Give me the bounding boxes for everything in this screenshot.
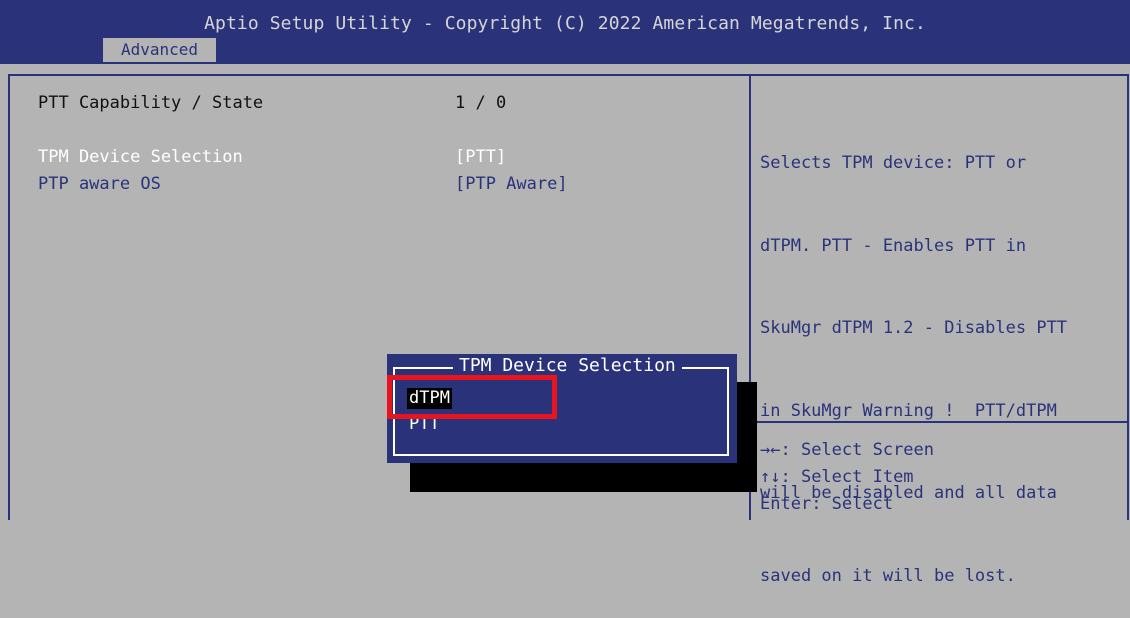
help-line: in SkuMgr Warning ! PTT/dTPM <box>760 400 1057 421</box>
help-text: Selects TPM device: PTT or dTPM. PTT - E… <box>760 95 1120 618</box>
help-line: dTPM. PTT - Enables PTT in <box>760 235 1027 256</box>
tpm-device-selection-item[interactable]: TPM Device Selection <box>38 149 243 166</box>
key-hint-select-item: ↑↓: Select Item <box>760 469 914 486</box>
left-right-arrows-icon: →← <box>760 440 781 460</box>
up-down-arrows-icon: ↑↓ <box>760 467 781 487</box>
popup-title: TPM Device Selection <box>453 357 682 375</box>
key-hint-text: : Select Item <box>780 467 914 487</box>
key-hint-enter: Enter: Select <box>760 496 893 513</box>
app-title: Aptio Setup Utility - Copyright (C) 2022… <box>204 13 926 34</box>
highlight-box <box>387 375 557 419</box>
key-hint-text: : Select <box>811 494 894 514</box>
tpm-device-selection-value[interactable]: [PTT] <box>455 149 506 166</box>
title-bar: Aptio Setup Utility - Copyright (C) 2022… <box>0 0 1130 64</box>
help-line: Selects TPM device: PTT or <box>760 153 1027 173</box>
ptt-capability-value: 1 / 0 <box>455 93 507 113</box>
key-hint-select-screen: →←: Select Screen <box>760 442 934 459</box>
tab-advanced[interactable]: Advanced <box>103 38 216 62</box>
key-hint-text: : Select Screen <box>780 440 935 460</box>
ptt-capability-label: PTT Capability / State <box>38 93 264 113</box>
ptp-aware-os-item[interactable]: PTP aware OS <box>38 176 161 193</box>
help-line: saved on it will be lost. <box>760 565 1016 586</box>
help-line: SkuMgr dTPM 1.2 - Disables PTT <box>760 318 1068 338</box>
ptp-aware-os-value[interactable]: [PTP Aware] <box>455 176 568 193</box>
enter-key-label: Enter <box>760 494 812 514</box>
